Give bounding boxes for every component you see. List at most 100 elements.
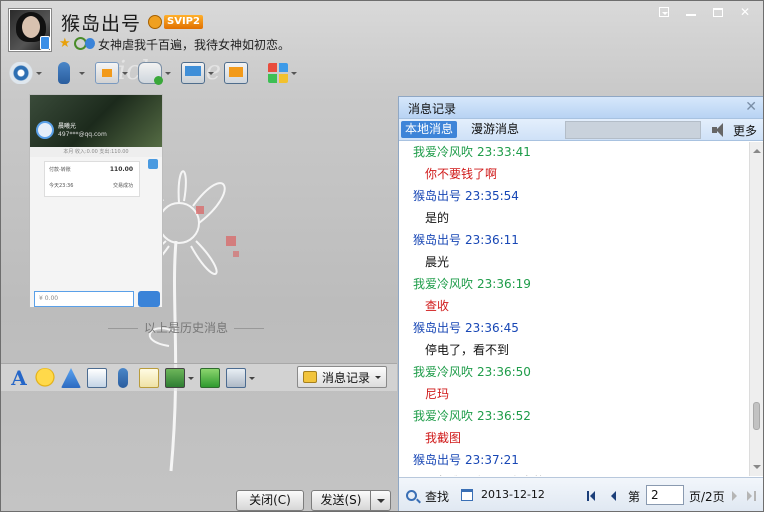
chevron-down-icon[interactable] bbox=[165, 71, 171, 78]
message-header: 我爱冷风吹 23:36:52 bbox=[413, 406, 751, 426]
message-time: 23:36:52 bbox=[477, 409, 531, 423]
scroll-up-icon[interactable] bbox=[753, 145, 761, 153]
magic-expression-icon[interactable] bbox=[87, 368, 107, 388]
record-search-input[interactable] bbox=[565, 121, 701, 139]
preview-row-time: 今天23:36 bbox=[49, 183, 74, 189]
voice-message-icon[interactable] bbox=[118, 368, 128, 388]
send-options-button[interactable] bbox=[370, 490, 391, 511]
message-sender[interactable]: 我爱冷风吹 bbox=[413, 409, 473, 423]
shake-icon[interactable] bbox=[61, 368, 81, 388]
message-sender[interactable]: 猴岛出号 bbox=[413, 189, 461, 203]
multi-chat-button[interactable] bbox=[138, 59, 171, 87]
screen-share-button[interactable] bbox=[181, 59, 214, 87]
date-label[interactable]: 2013-12-12 bbox=[481, 488, 545, 501]
chat-toolbar bbox=[9, 59, 307, 87]
record-panel-title: 消息记录 bbox=[408, 102, 457, 116]
more-button[interactable]: 更多 bbox=[733, 122, 757, 139]
vip-crown-icon bbox=[148, 15, 162, 29]
screenshot-icon[interactable] bbox=[226, 368, 246, 388]
calendar-icon[interactable] bbox=[461, 489, 473, 501]
doodle-icon[interactable] bbox=[139, 368, 159, 388]
svip-badge[interactable]: SVIP2 bbox=[164, 15, 203, 29]
list-item: 猴岛出号 23:36:45 停电了，看不到 bbox=[399, 318, 751, 362]
message-sender[interactable]: 猴岛出号 bbox=[413, 233, 461, 247]
chat-history-area[interactable]: 晨曦光 497***@qq.com 本月 收入:0.00 支出:110.00 付… bbox=[1, 91, 397, 361]
list-item: 我爱冷风吹 23:33:41 你不要钱了啊 bbox=[399, 142, 751, 186]
message-time: 23:36:19 bbox=[477, 277, 531, 291]
message-text: 明年我还会再回猴岛的 bbox=[413, 470, 751, 476]
preview-stats: 本月 收入:0.00 支出:110.00 bbox=[30, 147, 162, 157]
message-time: 23:35:54 bbox=[465, 189, 519, 203]
chevron-down-icon[interactable] bbox=[188, 377, 194, 383]
message-input[interactable] bbox=[1, 391, 397, 483]
message-sender[interactable]: 我爱冷风吹 bbox=[413, 277, 473, 291]
maximize-button[interactable] bbox=[706, 4, 730, 21]
first-page-icon[interactable] bbox=[587, 490, 599, 502]
preview-input: ¥ 0.00 bbox=[34, 291, 134, 307]
message-list[interactable]: 我爱冷风吹 23:33:41 你不要钱了啊 猴岛出号 23:35:54 是的 猴岛出号 23:… bbox=[399, 142, 751, 476]
qmail-icon[interactable] bbox=[85, 38, 95, 49]
search-icon[interactable] bbox=[406, 490, 417, 501]
send-button[interactable]: 发送(S) bbox=[311, 490, 371, 511]
message-header: 我爱冷风吹 23:33:41 bbox=[413, 142, 751, 162]
scrollbar-thumb[interactable] bbox=[753, 402, 760, 430]
remote-assist-button[interactable] bbox=[224, 59, 248, 87]
video-call-button[interactable] bbox=[9, 59, 42, 87]
chevron-down-icon[interactable] bbox=[291, 71, 297, 78]
image-icon[interactable] bbox=[165, 368, 185, 388]
emoji-icon[interactable] bbox=[35, 368, 55, 388]
scrollbar[interactable] bbox=[749, 142, 763, 476]
message-record-button[interactable]: 消息记录 bbox=[297, 366, 387, 388]
contact-signature: 女神虐我千百遍，我待女神如初恋。 bbox=[98, 38, 291, 52]
avatar bbox=[36, 121, 54, 139]
message-text: 我截图 bbox=[425, 431, 462, 445]
message-header: 猴岛出号 23:36:45 bbox=[413, 318, 751, 338]
tab-local-messages[interactable]: 本地消息 bbox=[401, 121, 458, 138]
microphone-icon bbox=[58, 62, 70, 84]
avatar[interactable] bbox=[9, 9, 51, 51]
close-button[interactable]: 关闭(C) bbox=[236, 490, 304, 511]
prev-page-icon[interactable] bbox=[609, 490, 621, 502]
message-sender[interactable]: 我爱冷风吹 bbox=[413, 145, 473, 159]
speaker-icon[interactable] bbox=[712, 123, 728, 137]
tab-roaming-messages[interactable]: 漫游消息 bbox=[467, 121, 523, 138]
history-divider-tip: 以上是历史消息 bbox=[1, 319, 371, 336]
chevron-down-icon[interactable] bbox=[122, 71, 128, 78]
find-button[interactable]: 查找 bbox=[425, 488, 449, 505]
window-menu-button[interactable] bbox=[652, 4, 676, 21]
music-icon[interactable] bbox=[200, 368, 220, 388]
scroll-down-icon[interactable] bbox=[753, 465, 761, 473]
preview-status: 交易成功 bbox=[112, 183, 133, 189]
font-icon[interactable]: A bbox=[9, 368, 29, 388]
chevron-down-icon[interactable] bbox=[208, 71, 214, 78]
chevron-down-icon[interactable] bbox=[79, 71, 85, 78]
message-time: 23:36:45 bbox=[465, 321, 519, 335]
message-sender[interactable]: 猴岛出号 bbox=[413, 453, 461, 467]
chevron-down-icon[interactable] bbox=[36, 71, 42, 78]
file-transfer-icon bbox=[95, 62, 119, 84]
apps-button[interactable] bbox=[268, 59, 297, 87]
next-page-icon[interactable] bbox=[729, 490, 741, 502]
file-transfer-button[interactable] bbox=[95, 59, 128, 87]
history-screenshot-image[interactable]: 晨曦光 497***@qq.com 本月 收入:0.00 支出:110.00 付… bbox=[29, 94, 163, 308]
message-sender[interactable]: 猴岛出号 bbox=[413, 321, 461, 335]
multi-chat-icon bbox=[138, 62, 163, 85]
message-header: 猴岛出号 23:37:21 bbox=[413, 450, 751, 470]
close-icon[interactable]: ✕ bbox=[745, 99, 757, 115]
message-record-label: 消息记录 bbox=[322, 370, 371, 385]
mobile-online-icon bbox=[40, 36, 50, 50]
chevron-down-icon[interactable] bbox=[249, 377, 255, 383]
contact-nickname: 猴岛出号 bbox=[61, 13, 142, 35]
minimize-button[interactable] bbox=[679, 4, 703, 21]
window-close-button[interactable]: ✕ bbox=[733, 4, 757, 21]
last-page-icon[interactable] bbox=[747, 490, 759, 502]
message-time: 23:36:50 bbox=[477, 365, 531, 379]
message-time: 23:36:11 bbox=[465, 233, 519, 247]
message-sender[interactable]: 我爱冷风吹 bbox=[413, 365, 473, 379]
voice-call-button[interactable] bbox=[52, 59, 85, 87]
star-icon[interactable]: ★ bbox=[59, 37, 71, 50]
page-number-input[interactable]: 2 bbox=[646, 485, 684, 505]
window-controls: ✕ bbox=[652, 4, 757, 21]
chat-window: nick me 猴岛出号 SVIP2 ★ 女神虐我千百遍，我待女神如初恋。 ✕ bbox=[0, 0, 764, 512]
preview-badge-icon bbox=[148, 159, 158, 169]
